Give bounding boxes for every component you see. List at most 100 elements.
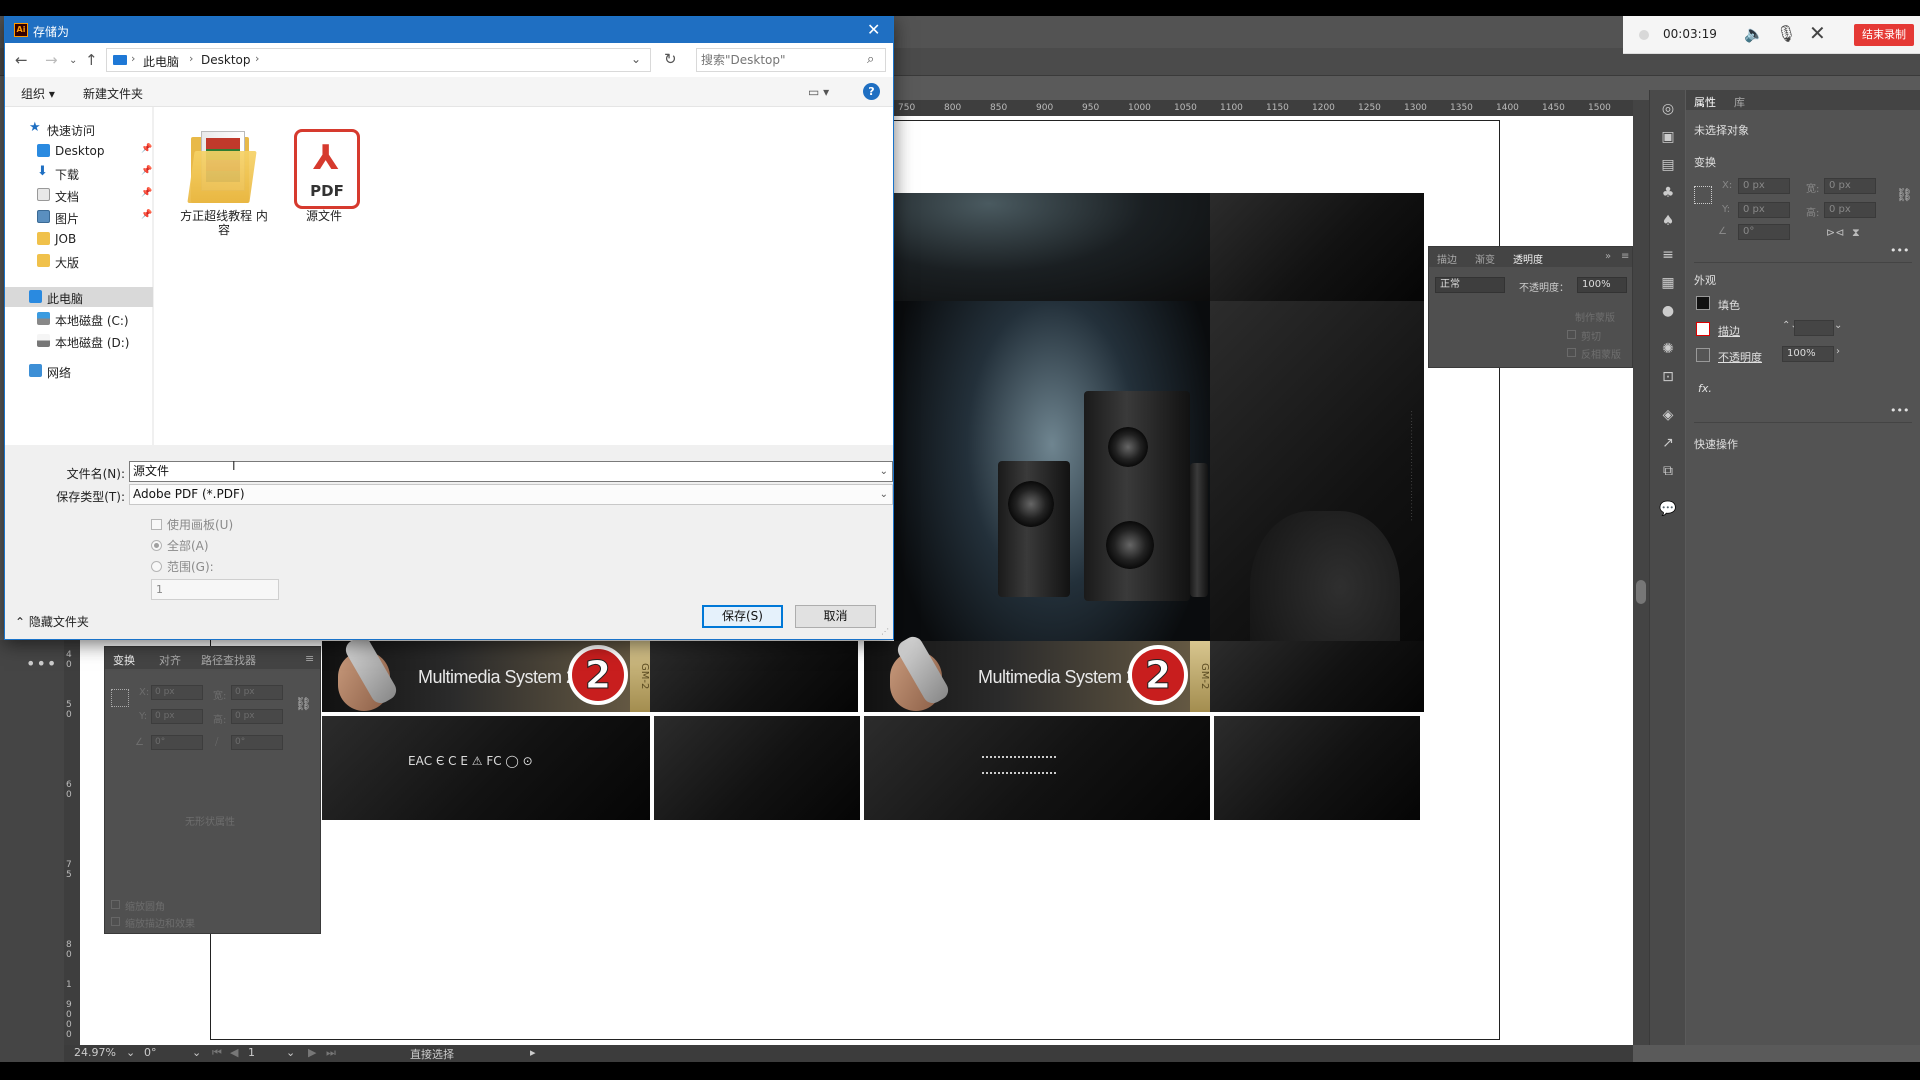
bottom-flap-middle[interactable] [654,716,860,820]
tab-libraries[interactable]: 库 [1734,94,1745,110]
tab-stroke[interactable]: 描边 [1437,251,1457,266]
clip-checkbox[interactable] [1567,330,1576,339]
nav-quick-access[interactable]: ★ 快速访问 [5,119,153,139]
panel-menu-icon[interactable]: ≡ [305,652,314,665]
back-icon[interactable]: ← [15,51,28,69]
refresh-icon[interactable]: ↻ [664,50,677,68]
opacity-input[interactable]: 100% [1577,277,1627,293]
package-top-side[interactable] [1210,193,1424,301]
reference-point-icon[interactable] [1694,186,1712,204]
layers-icon[interactable]: ◈ [1659,406,1677,424]
view-options-icon[interactable]: ▭ ▾ [808,85,829,99]
next-artboard-icon[interactable]: ▶ [308,1046,316,1059]
w-field[interactable]: 0 px [231,685,283,700]
recent-locations-icon[interactable]: ⌄ [69,55,77,66]
up-icon[interactable]: ↑ [85,51,98,69]
flip-vertical-icon[interactable]: ⧗ [1852,226,1860,240]
nav-downloads[interactable]: ⬇ 下载 📌 [5,163,153,183]
x-field[interactable]: 0 px [1738,178,1790,194]
brushes-icon[interactable]: ▤ [1659,156,1677,174]
nav-job[interactable]: JOB [5,229,153,249]
chevron-down-icon[interactable]: ⌄ [880,462,888,481]
artboards-icon[interactable]: ⧉ [1659,462,1677,480]
tab-pathfinder[interactable]: 路径查找器 [201,652,256,668]
gradient-icon[interactable]: ▦ [1659,274,1677,292]
nav-documents[interactable]: 文档 📌 [5,185,153,205]
filename-input[interactable]: 源文件 ⌄ [129,461,893,482]
constrain-proportions-icon[interactable]: ⛓ [295,697,312,712]
tab-transparency[interactable]: 透明度 [1513,251,1543,266]
side-band-left[interactable]: Multimedia System 2.1 2 GM-2 [322,633,650,712]
panel-expand-icon[interactable]: » [1605,251,1611,262]
side-band-middle[interactable] [650,641,858,712]
shear-field[interactable]: 0° [231,735,283,750]
bottom-flap-left[interactable]: ЕАС Є C E ⚠ FC ◯ ⊙ [322,716,650,820]
chevron-right-icon[interactable]: ▸ [530,1046,536,1059]
dialog-titlebar[interactable]: Ai 存储为 ✕ [5,17,893,43]
organize-button[interactable]: 组织 ▾ [21,85,55,102]
stroke-icon[interactable]: ≡ [1659,246,1677,264]
more-options-icon[interactable]: ••• [1890,404,1909,417]
side-band-front[interactable]: Multimedia System 2.1 2 GM-2 [864,633,1210,712]
nav-this-pc[interactable]: 此电脑 [5,287,153,307]
chevron-down-icon[interactable]: ⌄ [1834,320,1842,331]
blend-mode-select[interactable]: 正常 [1435,277,1505,293]
rotate-field[interactable]: 0° [1738,224,1790,240]
make-mask-button[interactable]: 制作蒙版 [1575,309,1615,324]
cancel-button[interactable]: 取消 [795,605,876,628]
chevron-right-icon[interactable]: › [1836,346,1840,357]
transparency-icon[interactable]: ● [1659,302,1677,320]
nav-drive-d[interactable]: 本地磁盘 (D:) [5,331,153,351]
address-bar[interactable]: › 此电脑 › Desktop › ⌄ [106,48,651,72]
stroke-weight-field[interactable] [1794,320,1834,336]
artboard-number[interactable]: 1 [248,1046,255,1059]
speaker-icon[interactable]: 🔈 [1744,24,1764,43]
help-icon[interactable]: ? [863,83,880,100]
filetype-select[interactable]: Adobe PDF (*.PDF) ⌄ [129,484,893,505]
nav-dabang[interactable]: 大版 [5,251,153,271]
nav-network[interactable]: 网络 [5,361,153,381]
chevron-down-icon[interactable]: ⌄ [126,1046,135,1059]
export-icon[interactable]: ↗ [1659,434,1677,452]
invert-mask-checkbox[interactable] [1567,348,1576,357]
tab-gradient[interactable]: 渐变 [1475,251,1495,266]
constrain-proportions-icon[interactable]: ⛓ [1896,188,1913,203]
rotation-value[interactable]: 0° [144,1046,157,1059]
use-artboards-checkbox[interactable] [151,519,162,530]
graphic-styles-icon[interactable]: ♠ [1659,212,1677,230]
opacity-field[interactable]: 100% [1782,346,1834,362]
fx-button[interactable]: fx. [1698,382,1712,395]
all-radio[interactable] [151,540,162,551]
color-icon[interactable]: ◎ [1659,100,1677,118]
first-artboard-icon[interactable]: ⏮ [212,1046,222,1060]
breadcrumb-this-pc[interactable]: 此电脑 [143,53,179,70]
rotate-field[interactable]: 0° [151,735,203,750]
file-item-folder[interactable]: 方正超线教程 内容 [179,121,269,237]
vertical-scrollbar[interactable] [1633,100,1649,1045]
zoom-level[interactable]: 24.97% [74,1046,116,1059]
bottom-flap-front[interactable] [864,716,1210,820]
breadcrumb-desktop[interactable]: Desktop [201,53,251,67]
previous-artboard-icon[interactable]: ◀ [230,1046,238,1059]
end-recording-button[interactable]: 结束录制 [1854,24,1914,46]
chevron-down-icon[interactable]: ⌄ [631,52,641,66]
stroke-label[interactable]: 描边 [1718,323,1740,339]
search-input[interactable] [701,52,861,68]
tab-align[interactable]: 对齐 [159,652,181,668]
save-button[interactable]: 保存(S) [702,605,783,628]
hide-folders-toggle[interactable]: ⌃ 隐藏文件夹 [15,613,89,630]
microphone-icon[interactable]: 🎙 [1776,24,1796,43]
chevron-down-icon[interactable]: ⌄ [880,485,888,504]
symbols-icon[interactable]: ♣ [1659,184,1677,202]
nav-desktop[interactable]: Desktop 📌 [5,141,153,161]
resize-grip-icon[interactable]: ⋰ [881,627,889,636]
close-icon[interactable]: ✕ [867,20,880,39]
scale-strokes-checkbox[interactable] [111,917,120,926]
opacity-label[interactable]: 不透明度 [1718,349,1762,365]
stroke-swatch[interactable] [1696,322,1710,336]
h-field[interactable]: 0 px [1824,202,1876,218]
range-input[interactable]: 1 [151,579,279,600]
w-field[interactable]: 0 px [1824,178,1876,194]
nav-drive-c[interactable]: 本地磁盘 (C:) [5,309,153,329]
y-field[interactable]: 0 px [1738,202,1790,218]
